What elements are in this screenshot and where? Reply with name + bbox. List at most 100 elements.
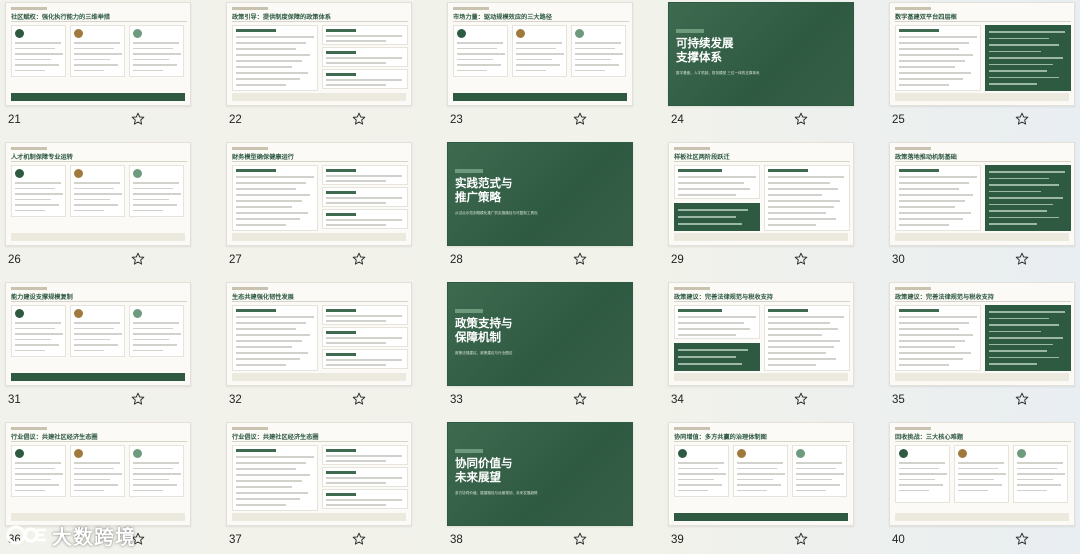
slide-preview[interactable]: 协同增值：多方共赢的治理体制图 bbox=[668, 422, 854, 526]
star-outline-icon[interactable] bbox=[131, 252, 145, 266]
slide-footer-banner bbox=[11, 373, 185, 381]
slide-thumbnail-item[interactable]: 回收挑战：三大核心难题 40 bbox=[889, 422, 1075, 554]
card-badge-icon bbox=[74, 309, 83, 318]
slide-preview[interactable]: 行业倡议：共建社区经济生态圈 bbox=[5, 422, 191, 526]
star-outline-icon[interactable] bbox=[794, 392, 808, 406]
slide-preview[interactable]: 政策建议：完善法律规范与税收支持 bbox=[889, 282, 1075, 386]
slide-chapter-label bbox=[676, 29, 704, 33]
slide-chapter-tag bbox=[11, 287, 47, 290]
slide-thumbnail-item[interactable]: 能力建设支撑规模复制 31 bbox=[5, 282, 191, 422]
slide-chapter-label bbox=[455, 169, 483, 173]
slide-chapter-tag bbox=[232, 427, 268, 430]
slide-preview[interactable]: 实践范式与 推广策略 从试点示范到规模化推广的实施路径与可复制工具包 bbox=[447, 142, 633, 246]
slide-content-card bbox=[232, 25, 318, 91]
slide-content-card bbox=[129, 445, 184, 497]
star-outline-icon[interactable] bbox=[573, 252, 587, 266]
slide-preview[interactable]: 财务模型确保健康运行 bbox=[226, 142, 412, 246]
slide-content-card bbox=[322, 467, 408, 487]
star-outline-icon[interactable] bbox=[794, 112, 808, 126]
slide-title: 数字基建双平台四层框 bbox=[895, 14, 957, 21]
star-outline-icon[interactable] bbox=[131, 392, 145, 406]
slide-number: 38 bbox=[450, 534, 463, 546]
slide-chapter-tag bbox=[232, 287, 268, 290]
slide-thumbnail-item[interactable]: 政策建议：完善法律规范与税收支持 34 bbox=[668, 282, 854, 422]
slide-preview[interactable]: 行业倡议：共建社区经济生态圈 bbox=[226, 422, 412, 526]
star-outline-icon[interactable] bbox=[1015, 252, 1029, 266]
slide-thumbnail-item[interactable]: 人才机制保障专业运转 26 bbox=[5, 142, 191, 282]
card-badge-icon bbox=[133, 29, 142, 38]
slide-thumbnail-item[interactable]: 政策引导：提供制度保障的政策体系 22 bbox=[226, 2, 412, 142]
slide-divider bbox=[895, 301, 1071, 302]
slide-preview[interactable]: 可持续发展 支撑体系 数字基座、人才机制、财务模型 三位一体的支撑体系 bbox=[668, 2, 854, 106]
slide-preview[interactable]: 政策引导：提供制度保障的政策体系 bbox=[226, 2, 412, 106]
slide-thumbnail-item[interactable]: 财务模型确保健康运行 27 bbox=[226, 142, 412, 282]
star-outline-icon[interactable] bbox=[573, 532, 587, 546]
slide-thumbnail-item[interactable]: 协同价值与 未来展望 多方协同价值、展望路径与远景规划、未来发展趋势 38 bbox=[447, 422, 633, 554]
star-outline-icon[interactable] bbox=[573, 112, 587, 126]
slide-content-card bbox=[322, 327, 408, 347]
watermark: 大数跨境 bbox=[6, 520, 136, 550]
star-outline-icon[interactable] bbox=[1015, 392, 1029, 406]
card-badge-icon bbox=[15, 169, 24, 178]
slide-number: 32 bbox=[229, 394, 242, 406]
slide-content-card bbox=[895, 165, 981, 231]
slide-content-card bbox=[70, 25, 125, 77]
slide-number: 27 bbox=[229, 254, 242, 266]
slide-thumbnail-item[interactable]: 行业倡议：共建社区经济生态圈 37 bbox=[226, 422, 412, 554]
slide-preview[interactable]: 政策建议：完善法律规范与税收支持 bbox=[668, 282, 854, 386]
slide-title: 可持续发展 支撑体系 bbox=[676, 38, 734, 64]
slide-thumbnail-item[interactable]: 政策支持与 保障机制 政策法规建议、政策建议与行业倡议 33 bbox=[447, 282, 633, 422]
slide-content-card bbox=[674, 165, 760, 199]
slide-preview[interactable]: 政策落地推动机制基础 bbox=[889, 142, 1075, 246]
star-outline-icon[interactable] bbox=[352, 392, 366, 406]
slide-preview[interactable]: 数字基建双平台四层框 bbox=[889, 2, 1075, 106]
slide-number: 29 bbox=[671, 254, 684, 266]
star-outline-icon[interactable] bbox=[794, 532, 808, 546]
watermark-logo-icon bbox=[6, 525, 46, 545]
slide-content-card bbox=[11, 25, 66, 77]
star-outline-icon[interactable] bbox=[352, 252, 366, 266]
slide-thumbnail-item[interactable]: 实践范式与 推广策略 从试点示范到规模化推广的实施路径与可复制工具包 28 bbox=[447, 142, 633, 282]
slide-content-card bbox=[322, 165, 408, 185]
slide-number: 30 bbox=[892, 254, 905, 266]
card-badge-icon bbox=[74, 29, 83, 38]
slide-content-card bbox=[322, 47, 408, 67]
slide-thumbnail-item[interactable]: 市场力量：驱动规模效应的三大路径 23 bbox=[447, 2, 633, 142]
slide-title: 财务模型确保健康运行 bbox=[232, 154, 294, 161]
card-badge-icon bbox=[899, 449, 908, 458]
slide-subtitle: 多方协同价值、展望路径与远景规划、未来发展趋势 bbox=[455, 491, 538, 495]
slide-thumbnail-item[interactable]: 协同增值：多方共赢的治理体制图 39 bbox=[668, 422, 854, 554]
slide-subtitle: 从试点示范到规模化推广的实施路径与可复制工具包 bbox=[455, 211, 538, 215]
slide-preview[interactable]: 人才机制保障专业运转 bbox=[5, 142, 191, 246]
star-outline-icon[interactable] bbox=[573, 392, 587, 406]
slide-thumbnail-item[interactable]: 政策落地推动机制基础 30 bbox=[889, 142, 1075, 282]
slide-thumbnail-item[interactable]: 样板社区两阶段跃迁 29 bbox=[668, 142, 854, 282]
slide-thumbnail-item[interactable]: 数字基建双平台四层框 25 bbox=[889, 2, 1075, 142]
slide-preview[interactable]: 能力建设支撑规模复制 bbox=[5, 282, 191, 386]
slide-preview[interactable]: 协同价值与 未来展望 多方协同价值、展望路径与远景规划、未来发展趋势 bbox=[447, 422, 633, 526]
card-badge-icon bbox=[74, 169, 83, 178]
star-outline-icon[interactable] bbox=[1015, 532, 1029, 546]
star-outline-icon[interactable] bbox=[794, 252, 808, 266]
star-outline-icon[interactable] bbox=[131, 112, 145, 126]
card-badge-icon bbox=[457, 29, 466, 38]
star-outline-icon[interactable] bbox=[352, 112, 366, 126]
slide-preview[interactable]: 市场力量：驱动规模效应的三大路径 bbox=[447, 2, 633, 106]
slide-title: 协同增值：多方共赢的治理体制图 bbox=[674, 434, 767, 441]
slide-footer-banner bbox=[11, 233, 185, 241]
slide-preview[interactable]: 社区赋权：强化执行能力的三维举措 bbox=[5, 2, 191, 106]
star-outline-icon[interactable] bbox=[352, 532, 366, 546]
slide-content-card bbox=[954, 445, 1009, 503]
slide-thumbnail-item[interactable]: 社区赋权：强化执行能力的三维举措 21 bbox=[5, 2, 191, 142]
slide-preview[interactable]: 生态共建强化韧性发展 bbox=[226, 282, 412, 386]
slide-preview[interactable]: 样板社区两阶段跃迁 bbox=[668, 142, 854, 246]
slide-title: 市场力量：驱动规模效应的三大路径 bbox=[453, 14, 552, 21]
slide-title: 政策引导：提供制度保障的政策体系 bbox=[232, 14, 331, 21]
slide-thumbnail-item[interactable]: 可持续发展 支撑体系 数字基座、人才机制、财务模型 三位一体的支撑体系 24 bbox=[668, 2, 854, 142]
slide-content-card bbox=[1013, 445, 1068, 503]
slide-preview[interactable]: 政策支持与 保障机制 政策法规建议、政策建议与行业倡议 bbox=[447, 282, 633, 386]
slide-thumbnail-item[interactable]: 政策建议：完善法律规范与税收支持 35 bbox=[889, 282, 1075, 422]
star-outline-icon[interactable] bbox=[1015, 112, 1029, 126]
slide-thumbnail-item[interactable]: 生态共建强化韧性发展 32 bbox=[226, 282, 412, 422]
slide-preview[interactable]: 回收挑战：三大核心难题 bbox=[889, 422, 1075, 526]
